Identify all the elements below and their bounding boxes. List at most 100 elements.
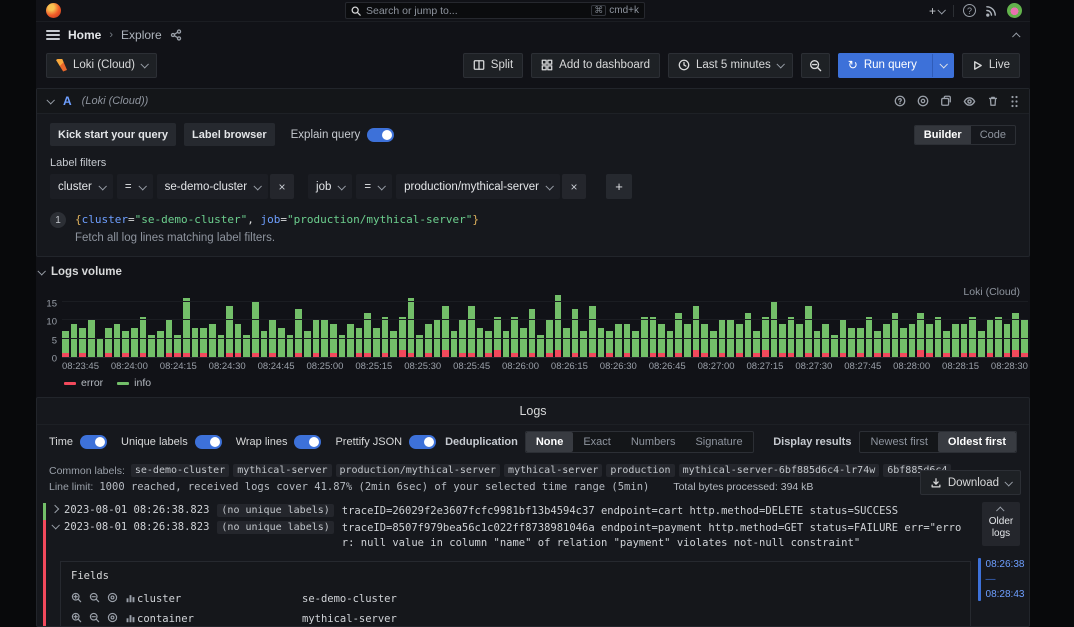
log-line[interactable]: 2023-08-01 08:26:38.823(no unique labels… <box>46 520 971 552</box>
filter-out-value-icon[interactable] <box>89 612 100 626</box>
run-query-caret[interactable] <box>932 54 953 77</box>
query-preview: 1 {cluster="se-demo-cluster", job="produ… <box>50 212 1016 228</box>
mode-builder[interactable]: Builder <box>915 126 971 144</box>
split-button[interactable]: Split <box>463 53 523 78</box>
time-nav-bar <box>978 558 981 601</box>
help-button[interactable]: ? <box>963 4 976 17</box>
filter-value-select[interactable]: se-demo-cluster <box>157 174 268 199</box>
volume-bar <box>693 306 700 357</box>
toggle-visibility-icon[interactable] <box>107 612 118 626</box>
grafana-logo-icon[interactable] <box>46 3 61 18</box>
toggle-switch[interactable] <box>80 435 107 449</box>
menu-icon[interactable] <box>46 30 60 40</box>
volume-bar <box>477 328 484 357</box>
filter-for-value-icon[interactable] <box>71 592 82 606</box>
explain-query-toggle[interactable] <box>367 128 394 142</box>
legend-item-error[interactable]: error <box>64 377 103 389</box>
info-bar-segment <box>822 324 829 353</box>
query-help-icon[interactable] <box>894 95 906 107</box>
expand-log-icon[interactable] <box>51 505 59 513</box>
log-timestamp: 2023-08-01 08:26:38.823 <box>64 504 209 516</box>
copy-query-icon[interactable] <box>940 95 952 107</box>
toggle-switch[interactable] <box>195 435 222 449</box>
datasource-picker[interactable]: Loki (Cloud) <box>46 53 157 78</box>
log-row[interactable]: 2023-08-01 08:26:38.823(no unique labels… <box>43 520 971 627</box>
x-tick-label: 08:26:15 <box>551 361 588 372</box>
remove-filter-button[interactable]: × <box>562 174 586 199</box>
filter-value-select[interactable]: production/mythical-server <box>396 174 560 199</box>
remove-filter-button[interactable]: × <box>270 174 294 199</box>
display-newest-first[interactable]: Newest first <box>860 432 937 452</box>
log-time-navigation[interactable]: 08:26:38 — 08:28:43 <box>978 558 1025 601</box>
label-browser-button[interactable]: Label browser <box>184 123 275 146</box>
datasource-label: Loki (Cloud) <box>73 59 135 71</box>
unique-labels-badge: (no unique labels) <box>217 504 333 517</box>
filter-operator-select[interactable]: = <box>117 174 153 199</box>
run-query-button[interactable]: ↻ Run query <box>838 53 954 78</box>
download-button[interactable]: Download <box>920 470 1021 495</box>
user-avatar[interactable] <box>1007 3 1022 18</box>
mode-code[interactable]: Code <box>971 126 1015 144</box>
filter-for-value-icon[interactable] <box>71 612 82 626</box>
error-bar-segment <box>399 350 406 357</box>
filter-operator-select[interactable]: = <box>356 174 392 199</box>
zoom-out-button[interactable] <box>801 53 830 78</box>
kick-start-query-button[interactable]: Kick start your query <box>50 123 176 146</box>
volume-bar <box>183 298 190 357</box>
chevron-down-icon <box>937 6 945 14</box>
collapse-query-icon[interactable] <box>46 96 54 104</box>
collapse-log-icon[interactable] <box>51 521 59 529</box>
legend-item-info[interactable]: info <box>117 377 151 389</box>
gridline <box>62 301 1028 302</box>
logs-volume-header[interactable]: Logs volume <box>36 257 1030 282</box>
filter-label-select[interactable]: job <box>308 174 352 199</box>
collapse-toolbar-button[interactable] <box>1014 26 1020 44</box>
toggle-visibility-icon[interactable] <box>107 592 118 606</box>
remove-query-trash-icon[interactable] <box>987 95 999 107</box>
dedup-signature[interactable]: Signature <box>685 432 752 452</box>
time-range-picker[interactable]: Last 5 minutes <box>668 53 793 78</box>
run-query-main[interactable]: ↻ Run query <box>839 59 926 71</box>
dedup-exact[interactable]: Exact <box>573 432 621 452</box>
drag-handle-icon[interactable] <box>1010 95 1019 108</box>
log-toggles: TimeUnique labelsWrap linesPrettify JSON <box>49 435 436 449</box>
info-bar-segment <box>753 331 760 353</box>
toggle-switch[interactable] <box>294 435 321 449</box>
breadcrumb-home[interactable]: Home <box>68 28 101 42</box>
stats-icon[interactable] <box>125 612 136 626</box>
add-menu-button[interactable]: + <box>929 4 944 18</box>
dedup-none[interactable]: None <box>526 432 574 452</box>
x-tick-label: 08:24:45 <box>258 361 295 372</box>
toggle-unique-labels: Unique labels <box>121 435 222 449</box>
query-code[interactable]: {cluster="se-demo-cluster", job="product… <box>75 212 479 228</box>
plot-area[interactable] <box>62 300 1028 358</box>
info-bar-segment <box>805 306 812 354</box>
toggle-label: Wrap lines <box>236 436 288 448</box>
share-icon[interactable] <box>170 29 182 41</box>
display-oldest-first[interactable]: Oldest first <box>938 432 1016 452</box>
filter-out-value-icon[interactable] <box>89 592 100 606</box>
deduplication-options: NoneExactNumbersSignature <box>525 431 754 453</box>
filter-label-select[interactable]: cluster <box>50 174 113 199</box>
toggle-label: Time <box>49 436 73 448</box>
add-to-dashboard-button[interactable]: Add to dashboard <box>531 53 660 78</box>
stats-icon[interactable] <box>125 592 136 606</box>
add-filter-button[interactable]: + <box>606 174 632 199</box>
volume-bar <box>598 328 605 357</box>
log-row[interactable]: 2023-08-01 08:26:38.823 (no unique labels… <box>43 503 971 520</box>
older-logs-button[interactable]: Older logs <box>982 502 1020 546</box>
dedup-numbers[interactable]: Numbers <box>621 432 686 452</box>
x-tick-label: 08:26:00 <box>502 361 539 372</box>
log-line[interactable]: 2023-08-01 08:26:38.823 (no unique labels… <box>46 503 971 520</box>
query-history-icon[interactable] <box>917 95 929 107</box>
dashboard-grid-icon <box>541 59 553 71</box>
volume-bar <box>79 328 86 357</box>
toggle-switch[interactable] <box>409 435 436 449</box>
search-input[interactable]: Search or jump to... ⌘ cmd+k <box>345 2 645 19</box>
query-row-header[interactable]: A (Loki (Cloud)) <box>37 89 1029 114</box>
logs-panel-title: Logs <box>37 398 1029 424</box>
live-button[interactable]: Live <box>962 53 1020 78</box>
news-rss-icon[interactable] <box>985 4 998 17</box>
volume-bar <box>952 324 959 357</box>
hide-response-eye-icon[interactable] <box>963 95 976 108</box>
